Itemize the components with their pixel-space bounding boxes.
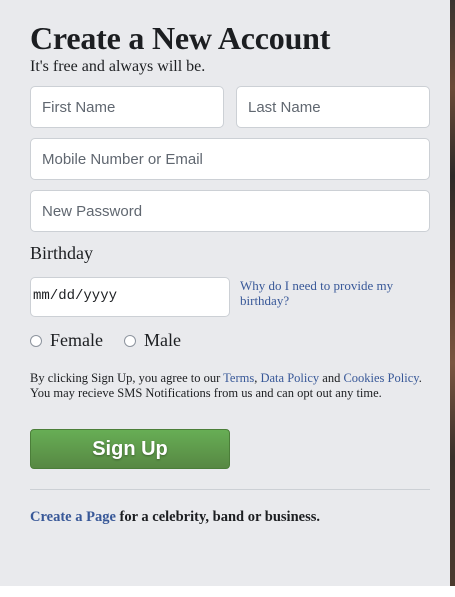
gender-male-option[interactable]: Male — [124, 330, 181, 351]
mobile-or-email-input[interactable] — [30, 138, 430, 180]
female-radio[interactable] — [30, 334, 42, 347]
birthday-date-input[interactable]: mm/dd/yyyy — [30, 277, 230, 317]
background-photo-edge — [450, 0, 455, 586]
terms-text: By clicking Sign Up, you agree to our Te… — [30, 371, 425, 401]
male-label: Male — [144, 330, 181, 350]
new-password-input[interactable] — [30, 190, 430, 232]
male-radio[interactable] — [124, 334, 136, 347]
why-birthday-link[interactable]: Why do I need to provide my birthday? — [240, 278, 420, 308]
sign-up-button[interactable]: Sign Up — [30, 429, 230, 469]
first-name-input[interactable] — [30, 86, 224, 128]
female-label: Female — [50, 330, 103, 350]
terms-intro: By clicking Sign Up, you agree to our — [30, 371, 224, 385]
create-page-link[interactable]: Create a Page — [30, 509, 116, 525]
cookies-policy-link[interactable]: Cookies Policy — [343, 371, 418, 385]
create-page-text: Create a Page for a celebrity, band or b… — [30, 509, 320, 526]
create-page-rest: for a celebrity, band or business. — [115, 509, 320, 525]
terms-and: and — [319, 371, 344, 385]
terms-link[interactable]: Terms — [223, 371, 254, 385]
divider — [30, 489, 430, 490]
page-subtitle: It's free and always will be. — [30, 58, 206, 75]
birthday-label: Birthday — [30, 243, 93, 263]
gender-female-option[interactable]: Female — [30, 330, 103, 351]
last-name-input[interactable] — [236, 86, 430, 128]
bottom-strip — [0, 586, 455, 597]
data-policy-link[interactable]: Data Policy — [260, 371, 319, 385]
page-title: Create a New Account — [30, 20, 331, 56]
